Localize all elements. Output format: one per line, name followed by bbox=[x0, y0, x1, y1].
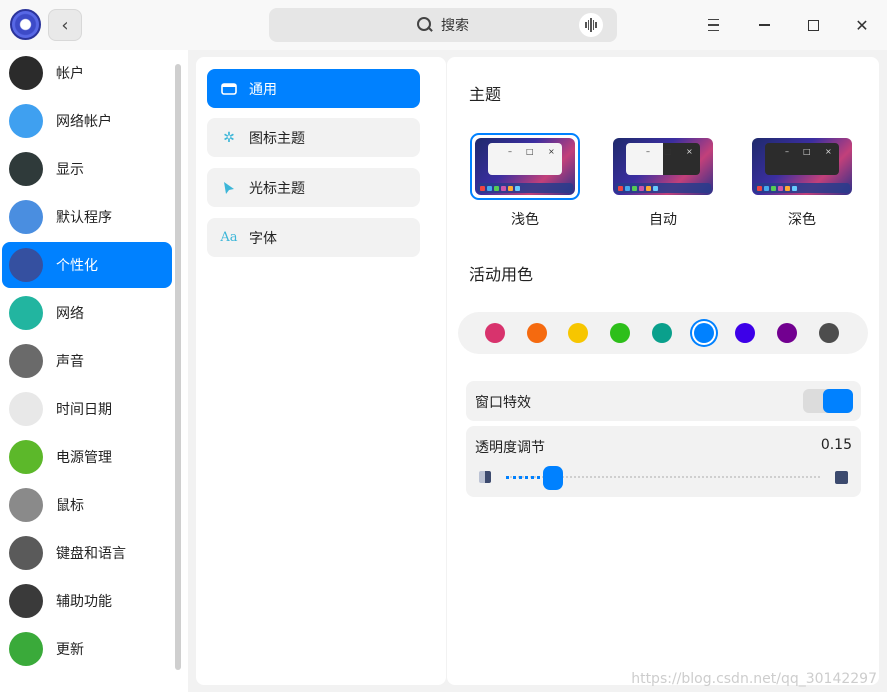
cloud-icon bbox=[9, 104, 43, 138]
close-button[interactable]: ✕ bbox=[850, 12, 874, 38]
sidebar: 帐户网络帐户显示默认程序个性化网络声音时间日期电源管理鼠标键盘和语言辅助功能更新 bbox=[0, 50, 188, 692]
opaque-icon bbox=[835, 471, 848, 484]
theme-option-label: 深色 bbox=[788, 212, 816, 228]
cursor-icon bbox=[220, 181, 238, 195]
sidebar-item-label: 网络 bbox=[56, 306, 84, 322]
sidebar-item-label: 帐户 bbox=[56, 66, 84, 82]
sidebar-item[interactable]: 更新 bbox=[2, 626, 172, 672]
personalization-icon bbox=[9, 248, 43, 282]
subnav-label: 光标主题 bbox=[249, 180, 305, 197]
accent-color-swatch[interactable] bbox=[735, 323, 756, 343]
theme-preview: – □ × bbox=[613, 138, 713, 195]
window-effects-row: 窗口特效 bbox=[466, 381, 861, 421]
window-effects-toggle[interactable] bbox=[803, 389, 853, 413]
menu-button[interactable] bbox=[701, 12, 725, 38]
sidebar-item[interactable]: 显示 bbox=[2, 146, 172, 192]
default-apps-icon bbox=[9, 200, 43, 234]
maximize-button[interactable] bbox=[801, 12, 825, 38]
search-box[interactable]: 搜索 bbox=[269, 8, 617, 42]
sidebar-item[interactable]: 键盘和语言 bbox=[2, 530, 172, 576]
subnav-label: 通用 bbox=[249, 81, 277, 98]
accent-section-title: 活动用色 bbox=[469, 265, 534, 284]
icon-theme-icon: ✲ bbox=[223, 129, 235, 146]
accent-color-picker bbox=[458, 312, 868, 354]
sidebar-item-label: 电源管理 bbox=[56, 450, 112, 466]
keyboard-icon bbox=[9, 536, 43, 570]
theme-preview: – □ × bbox=[475, 138, 575, 195]
theme-section-title: 主题 bbox=[469, 85, 502, 104]
subnav-label: 字体 bbox=[249, 230, 277, 247]
subnav-label: 图标主题 bbox=[249, 130, 305, 147]
update-icon bbox=[9, 632, 43, 666]
sidebar-item[interactable]: 个性化 bbox=[2, 242, 172, 288]
display-icon bbox=[9, 152, 43, 186]
subnav-item-font[interactable]: Aa 字体 bbox=[207, 218, 420, 257]
transparency-value: 0.15 bbox=[820, 437, 852, 453]
sidebar-item[interactable]: 鼠标 bbox=[2, 482, 172, 528]
minimize-button[interactable] bbox=[752, 12, 776, 38]
font-icon: Aa bbox=[220, 230, 238, 245]
sidebar-item[interactable]: 帐户 bbox=[2, 50, 172, 96]
sidebar-item[interactable]: 默认程序 bbox=[2, 194, 172, 240]
account-icon bbox=[9, 56, 43, 90]
clock-icon bbox=[9, 392, 43, 426]
sidebar-item-label: 声音 bbox=[56, 354, 84, 370]
sidebar-item-label: 鼠标 bbox=[56, 498, 84, 514]
sidebar-item[interactable]: 网络帐户 bbox=[2, 98, 172, 144]
theme-option-dark[interactable]: – □ × 深色 bbox=[747, 133, 857, 229]
transparency-row: 透明度调节 0.15 bbox=[466, 426, 861, 497]
chevron-left-icon: ‹ bbox=[61, 14, 69, 36]
window-effects-label: 窗口特效 bbox=[475, 395, 531, 411]
sidebar-item-label: 网络帐户 bbox=[56, 114, 112, 130]
sidebar-item-label: 个性化 bbox=[56, 258, 98, 274]
battery-icon bbox=[9, 440, 43, 474]
back-button[interactable]: ‹ bbox=[48, 9, 82, 41]
search-icon bbox=[417, 17, 433, 33]
accent-color-swatch[interactable] bbox=[485, 323, 505, 343]
search-label: 搜索 bbox=[441, 18, 469, 34]
voice-input-icon[interactable] bbox=[579, 13, 603, 37]
accent-color-swatch[interactable] bbox=[693, 323, 714, 343]
theme-preview: – □ × bbox=[752, 138, 852, 195]
sidebar-item[interactable]: 辅助功能 bbox=[2, 578, 172, 624]
microphone-icon bbox=[9, 584, 43, 618]
control-center-app-icon bbox=[10, 9, 41, 40]
theme-option-label: 浅色 bbox=[511, 212, 539, 228]
sidebar-scrollbar[interactable] bbox=[175, 64, 181, 670]
sidebar-item[interactable]: 声音 bbox=[2, 338, 172, 384]
sidebar-item[interactable]: 时间日期 bbox=[2, 386, 172, 432]
speaker-icon bbox=[9, 344, 43, 378]
accent-color-swatch[interactable] bbox=[568, 323, 589, 343]
mouse-icon bbox=[9, 488, 43, 522]
theme-option-light[interactable]: – □ × 浅色 bbox=[470, 133, 580, 229]
subnav-item-general[interactable]: 通用 bbox=[207, 69, 420, 108]
accent-color-swatch[interactable] bbox=[526, 323, 547, 343]
network-icon bbox=[9, 296, 43, 330]
accent-color-swatch[interactable] bbox=[776, 323, 797, 343]
theme-option-auto[interactable]: – □ × 自动 bbox=[608, 133, 718, 229]
sidebar-item-label: 显示 bbox=[56, 162, 84, 178]
sidebar-item-label: 更新 bbox=[56, 642, 84, 658]
accent-color-swatch[interactable] bbox=[818, 323, 839, 343]
accent-color-swatch[interactable] bbox=[610, 323, 631, 343]
sidebar-item-label: 时间日期 bbox=[56, 402, 112, 418]
subnav-item-cursor-theme[interactable]: 光标主题 bbox=[207, 168, 420, 207]
window-icon bbox=[220, 82, 238, 95]
watermark: https://blog.csdn.net/qq_30142297 bbox=[631, 671, 877, 687]
title-bar: ‹ 搜索 ✕ bbox=[0, 0, 887, 50]
sidebar-item[interactable]: 网络 bbox=[2, 290, 172, 336]
theme-option-label: 自动 bbox=[649, 212, 677, 228]
sidebar-item[interactable]: 电源管理 bbox=[2, 434, 172, 480]
subnav-item-icon-theme[interactable]: ✲ 图标主题 bbox=[207, 118, 420, 157]
transparency-label: 透明度调节 bbox=[475, 440, 545, 456]
transparent-icon bbox=[479, 471, 491, 483]
sidebar-item-label: 键盘和语言 bbox=[56, 546, 126, 562]
close-icon: ✕ bbox=[855, 15, 869, 35]
accent-color-swatch[interactable] bbox=[651, 323, 672, 343]
sidebar-item-label: 辅助功能 bbox=[56, 594, 112, 610]
transparency-slider-handle[interactable] bbox=[543, 466, 564, 490]
sidebar-item-label: 默认程序 bbox=[56, 210, 112, 226]
